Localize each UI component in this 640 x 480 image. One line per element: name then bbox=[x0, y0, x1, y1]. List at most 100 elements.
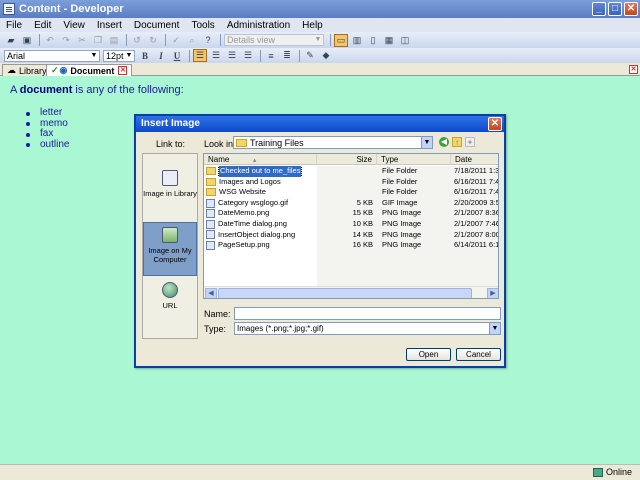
table-row[interactable]: DateMemo.png 15 KB PNG Image 2/1/2007 8:36 bbox=[204, 208, 498, 219]
save-icon[interactable]: ▣ bbox=[20, 34, 34, 47]
app-icon bbox=[3, 3, 15, 15]
menu-tools[interactable]: Tools bbox=[191, 20, 214, 31]
menu-administration[interactable]: Administration bbox=[227, 20, 290, 31]
place-image-on-my-computer[interactable]: Image on My Computer bbox=[143, 222, 197, 276]
table-row[interactable]: DateTime dialog.png 10 KB PNG Image 2/1/200… bbox=[204, 219, 498, 230]
back-icon[interactable]: ◀ bbox=[439, 137, 449, 147]
redo-icon[interactable]: ↻ bbox=[146, 34, 160, 47]
undo-icon[interactable]: ↺ bbox=[130, 34, 144, 47]
table-row[interactable]: Images and Logos File Folder 6/16/2011 7:4 bbox=[204, 176, 498, 188]
dialog-close-button[interactable]: ✕ bbox=[488, 117, 502, 131]
open-button[interactable]: Open bbox=[406, 348, 451, 361]
check-out-icon[interactable]: ↷ bbox=[59, 34, 73, 47]
menu-help[interactable]: Help bbox=[302, 20, 323, 31]
tab-label: Document bbox=[70, 65, 115, 76]
file-size-cell: 16 KB bbox=[352, 240, 373, 250]
help-icon[interactable]: ? bbox=[201, 34, 215, 47]
align-right-icon[interactable]: ☰ bbox=[225, 49, 239, 62]
place-label: Image on My Computer bbox=[148, 246, 192, 264]
scrollbar-thumb[interactable] bbox=[218, 288, 472, 298]
copy-icon[interactable]: ❐ bbox=[91, 34, 105, 47]
up-folder-icon[interactable]: ↑ bbox=[452, 137, 462, 147]
file-name: DateTime dialog.png bbox=[218, 218, 287, 228]
file-name: InsertObject dialog.png bbox=[218, 229, 296, 239]
table-row[interactable]: PageSetup.png 16 KB PNG Image 6/14/2011 6:1 bbox=[204, 240, 498, 251]
window-controls: _ □ ✕ bbox=[592, 2, 638, 16]
check-in-icon[interactable]: ↶ bbox=[43, 34, 57, 47]
look-in-value: Training Files bbox=[250, 137, 304, 148]
toolbar-separator bbox=[260, 49, 261, 62]
close-document-icon[interactable]: ✕ bbox=[629, 65, 638, 74]
font-select-value: Arial bbox=[7, 50, 26, 61]
insert-image-dialog: Insert Image ✕ Link to: Look in: Trainin… bbox=[134, 114, 506, 368]
open-folder-icon[interactable]: ▰ bbox=[4, 34, 18, 47]
cancel-button[interactable]: Cancel bbox=[456, 348, 501, 361]
align-left-icon[interactable]: ☰ bbox=[193, 49, 207, 62]
menu-file[interactable]: File bbox=[6, 20, 22, 31]
publish-icon[interactable]: ◫ bbox=[398, 34, 412, 47]
file-name-cell: Images and Logos bbox=[206, 177, 316, 188]
column-header-modified[interactable]: Date Modified bbox=[451, 154, 498, 175]
table-row[interactable]: Checked out to me_files File Folder 7/18/2… bbox=[204, 166, 498, 177]
layout-single-icon[interactable]: ▭ bbox=[334, 33, 348, 47]
bold-button[interactable]: B bbox=[138, 49, 152, 62]
menu-insert[interactable]: Insert bbox=[97, 20, 122, 31]
close-button[interactable]: ✕ bbox=[624, 2, 638, 16]
view-select[interactable]: Details view ▼ bbox=[224, 34, 324, 46]
align-center-icon[interactable]: ☰ bbox=[209, 49, 223, 62]
underline-button[interactable]: U bbox=[170, 49, 184, 62]
file-name-input[interactable] bbox=[234, 307, 501, 320]
column-header-type[interactable]: Type bbox=[377, 154, 451, 165]
scroll-left-icon[interactable]: ◀ bbox=[205, 288, 217, 298]
menu-document[interactable]: Document bbox=[134, 20, 180, 31]
file-name-cell: DateTime dialog.png bbox=[206, 219, 316, 230]
menu-edit[interactable]: Edit bbox=[34, 20, 51, 31]
scroll-right-icon[interactable]: ▶ bbox=[487, 288, 498, 298]
menu-view[interactable]: View bbox=[63, 20, 85, 31]
paste-icon[interactable]: ▤ bbox=[107, 34, 121, 47]
column-header-size[interactable]: Size bbox=[317, 154, 377, 165]
look-in-select[interactable]: Training Files ▼ bbox=[233, 136, 433, 149]
justify-icon[interactable]: ☰ bbox=[241, 49, 255, 62]
highlight-icon[interactable]: ✎ bbox=[303, 49, 317, 62]
toolbar-separator bbox=[165, 34, 166, 46]
window-title: Content - Developer bbox=[19, 3, 124, 15]
layout-columns-icon[interactable]: ▯ bbox=[366, 34, 380, 47]
place-url[interactable]: URL bbox=[143, 278, 197, 332]
bulleted-list-icon[interactable]: ≣ bbox=[280, 49, 294, 62]
font-size-select[interactable]: 12pt ▼ bbox=[103, 49, 135, 62]
horizontal-scrollbar[interactable]: ◀ ▶ bbox=[204, 286, 498, 298]
library-icon: ☁ bbox=[7, 65, 16, 75]
cut-icon[interactable]: ✂ bbox=[75, 34, 89, 47]
font-color-icon[interactable]: ◆ bbox=[319, 49, 333, 62]
file-type-cell: File Folder bbox=[382, 166, 418, 175]
file-size-cell: 5 KB bbox=[356, 197, 373, 207]
file-modified-cell: 6/16/2011 7:4 bbox=[454, 187, 499, 197]
tab-bar: ☁ Library ✓ ◉ Document ✕ bbox=[0, 63, 640, 76]
table-row[interactable]: WSG Website File Folder 6/16/2011 7:4 bbox=[204, 187, 499, 198]
column-header-name[interactable]: Name ▲ bbox=[204, 154, 317, 165]
find-icon[interactable]: ⌕ bbox=[185, 34, 199, 47]
table-row[interactable]: InsertObject dialog.png 14 KB PNG Image 2/1… bbox=[204, 229, 498, 241]
numbered-list-icon[interactable]: ≡ bbox=[264, 49, 278, 62]
image-file-icon bbox=[206, 240, 215, 250]
file-type-value: Images (*.png;*.jpg;*.gif) bbox=[237, 324, 324, 333]
tab-document[interactable]: ✓ ◉ Document ✕ bbox=[46, 64, 133, 76]
place-image-in-library[interactable]: Image in Library bbox=[143, 166, 197, 220]
file-type-select[interactable]: Images (*.png;*.jpg;*.gif) ▼ bbox=[234, 322, 501, 335]
tab-close-icon[interactable]: ✕ bbox=[118, 66, 128, 75]
toolbar-separator bbox=[126, 34, 127, 46]
italic-button[interactable]: I bbox=[154, 49, 168, 62]
new-folder-icon[interactable]: ✦ bbox=[465, 137, 475, 147]
table-row[interactable]: Category wsglogo.gif 5 KB GIF Image 2/20/20… bbox=[204, 197, 498, 209]
title-bar: Content - Developer _ □ ✕ bbox=[0, 0, 640, 18]
layout-split-icon[interactable]: ▥ bbox=[350, 34, 364, 47]
properties-icon[interactable]: ▦ bbox=[382, 34, 396, 47]
spell-check-icon[interactable]: ✓ bbox=[169, 34, 183, 47]
file-type-cell: File Folder bbox=[382, 176, 418, 186]
tab-library[interactable]: ☁ Library bbox=[2, 64, 52, 76]
font-select[interactable]: Arial ▼ bbox=[4, 49, 100, 62]
maximize-button[interactable]: □ bbox=[608, 2, 622, 16]
navigation-icons: ◀ ↑ ✦ bbox=[439, 137, 475, 147]
minimize-button[interactable]: _ bbox=[592, 2, 606, 16]
